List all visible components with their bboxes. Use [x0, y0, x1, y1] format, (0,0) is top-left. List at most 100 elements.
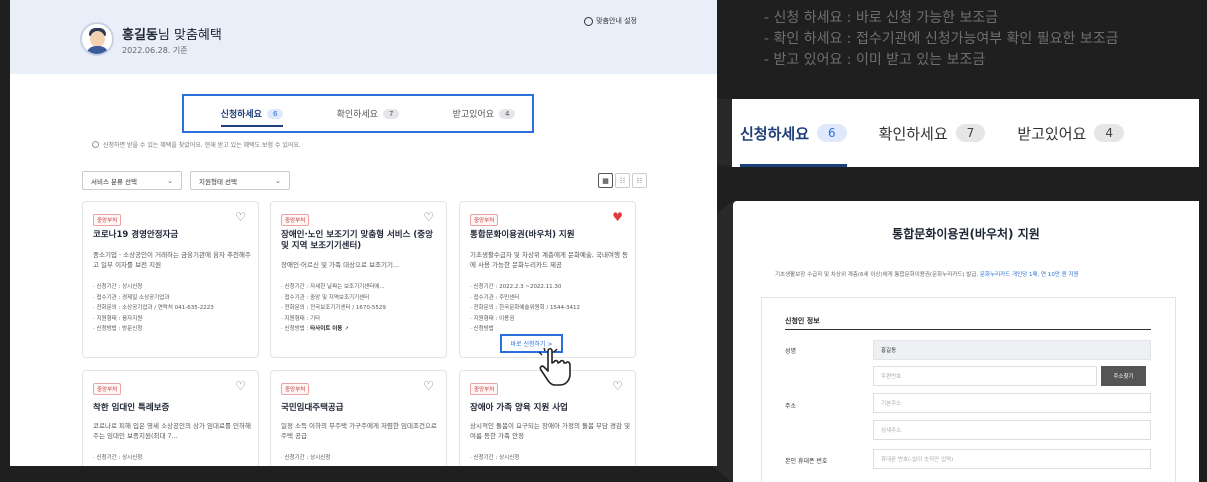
info-icon: [92, 141, 99, 148]
card-info-item: 신청방법: [470, 324, 580, 335]
benefit-card[interactable]: 중앙부처 ♡ 장애인·노인 보조기기 맞춤형 서비스 (중앙 및 지역 보조기기…: [270, 201, 447, 358]
heart-icon[interactable]: ♡: [612, 379, 623, 393]
category-badge: 중앙부처: [281, 214, 310, 226]
zip-code-field[interactable]: 우편번호: [873, 366, 1097, 386]
zoom-tab-apply[interactable]: 신청하세요 6: [740, 99, 847, 167]
card-info-item: 신청기간 : 상시신청: [93, 453, 143, 464]
notification-setting-button[interactable]: 맞춤안내 설정: [584, 16, 637, 26]
card-info-item: 신청기간 : 상시신청: [281, 453, 331, 464]
zoomed-tabs: 신청하세요 6 확인하세요 7 받고있어요 4: [732, 99, 1199, 167]
benefit-card[interactable]: 중앙부처 ♡ 착한 임대인 특례보증 코로나로 피해 입은 영세 소상공인의 상…: [82, 370, 259, 466]
support-type-select-value: 지원형태 선택: [199, 177, 237, 186]
card-description: 장애인·어르신 및 가족 대상으로 보조기기...: [281, 261, 400, 269]
zoom-tab-check[interactable]: 확인하세요 7: [879, 99, 986, 167]
reference-date: 2022.06.28. 기준: [122, 46, 188, 55]
setting-label: 맞춤안내 설정: [596, 17, 637, 25]
user-avatar: [80, 22, 114, 56]
notice-label: 신청하면 받을 수 있는 혜택을 찾았어요. 현재 받고 있는 혜택도 보험 수…: [103, 142, 301, 149]
view-toggle: ▦ ☷ ☷: [598, 173, 647, 188]
chevron-down-icon: ⌄: [167, 176, 173, 185]
hero-banner: 홍길동님 맞춤혜택 2022.06.28. 기준 맞춤안내 설정: [10, 0, 717, 74]
form-description-highlight: 문화누리카드 개인당 1매, 연 10만 원 지원: [979, 272, 1079, 278]
address-search-button[interactable]: 주소찾기: [1101, 366, 1146, 386]
card-title: 장애아 가족 양육 지원 사업: [470, 403, 568, 413]
page-title: 홍길동님 맞춤혜택: [122, 24, 222, 43]
external-site-link[interactable]: 타사이트 이동: [310, 326, 342, 332]
gear-icon: [584, 16, 594, 26]
card-description: 기초생활수급자 및 차상위 계층에게 문화예술, 국내여행 등에 사용 가능한 …: [470, 251, 628, 269]
card-info-item: 전화문의 : 소상공기업과 / 연락처 041-635-2223: [93, 303, 214, 314]
benefit-card[interactable]: 중앙부처 ♡ 국민임대주택공급 일정 소득 이하의 무주택 가구주에게 저렴한 …: [270, 370, 447, 466]
legend-line: - 신청 하세요 : 바로 신청 가능한 보조금: [764, 10, 999, 26]
category-badge: 중앙부처: [470, 383, 499, 395]
zoom-tab-receiving[interactable]: 받고있어요 4: [1017, 99, 1124, 167]
tab-label: 신청하세요: [740, 124, 810, 143]
tab-count: 7: [955, 124, 986, 142]
card-info-item: 신청방법 : 방문신청: [93, 324, 214, 335]
section-title: 신청인 정보: [785, 317, 820, 325]
category-badge: 중앙부처: [93, 383, 122, 395]
form-title: 통합문화이용권(바우처) 지원: [892, 227, 1040, 241]
category-select[interactable]: 서비스 분류 선택 ⌄: [82, 171, 182, 190]
card-info-item: 접수기관 : 주민센터: [470, 293, 580, 304]
card-info-list: 신청기간 : 상시신청: [470, 453, 520, 464]
card-info-item: 지원형태 : 이용권: [470, 314, 580, 325]
detail-address-field[interactable]: 상세주소: [873, 420, 1151, 440]
card-info-item: 신청방법 : 타사이트 이동 ↗: [281, 324, 386, 335]
heart-filled-icon[interactable]: ♥: [612, 210, 623, 224]
category-badge: 중앙부처: [281, 383, 310, 395]
heart-icon[interactable]: ♡: [423, 210, 434, 224]
phone-field[interactable]: 휴대폰 번호(-없이 숫자만 입력): [873, 449, 1151, 469]
name-label: 성명: [785, 348, 797, 355]
card-description: 상시적인 돌봄이 요구되는 장애아 가정의 돌봄 부담 경감 및 여름 등한 가…: [470, 422, 631, 440]
tab-count: 6: [817, 124, 847, 142]
name-field[interactable]: 홍길동: [873, 340, 1151, 360]
card-title: 장애인·노인 보조기기 맞춤형 서비스 (중앙 및 지역 보조기기센터): [281, 230, 433, 251]
heart-icon[interactable]: ♡: [235, 379, 246, 393]
card-info-item: 지원형태 : 융자지원: [93, 314, 214, 325]
card-info-item: 접수기관 : 경제일 소상공기업과: [93, 293, 214, 304]
card-info-item: 신청기간 : 상시신청: [470, 453, 520, 464]
category-badge: 중앙부처: [93, 214, 122, 226]
external-link-icon: ↗: [344, 326, 349, 332]
card-info-label: 신청방법 :: [284, 326, 309, 332]
card-info-item: 신청기간 : 자세한 날짜는 보조기기센터에...: [281, 282, 386, 293]
card-info-item: 전화문의 : 한국문화예술위원회 / 1544-3412: [470, 303, 580, 314]
card-info-list: 신청기간 : 상시신청: [281, 453, 331, 464]
category-select-value: 서비스 분류 선택: [91, 177, 137, 186]
address-label: 주소: [785, 403, 797, 410]
heart-icon[interactable]: ♡: [423, 379, 434, 393]
card-info-item: 지원형태 : 기타: [281, 314, 386, 325]
tab-count: 4: [1094, 124, 1124, 142]
category-badge: 중앙부처: [470, 214, 499, 226]
legend-line: - 확인 하세요 : 접수기관에 신청가능여부 확인 필요한 보조금: [764, 31, 1119, 47]
compact-view-icon[interactable]: ☷: [632, 173, 647, 188]
card-info-item: 신청기간 : 상시신청: [93, 282, 214, 293]
card-info-list: 신청기간 : 2022.2.3 ~2022.11.30 접수기관 : 주민센터 …: [470, 282, 580, 335]
card-description: 중소기업 · 소상공인이 거래하는 금융기관에 융자 추천해주고 일부 이자를 …: [93, 251, 251, 269]
card-info-list: 신청기간 : 상시신청: [93, 453, 143, 464]
list-view-icon[interactable]: ☷: [615, 173, 630, 188]
card-info-item: 전화문의 : 전국보조기기센터 / 1670-5529: [281, 303, 386, 314]
heart-icon[interactable]: ♡: [235, 210, 246, 224]
benefit-card[interactable]: 중앙부처 ♡ 코로나19 경영안정자금 중소기업 · 소상공인이 거래하는 금융…: [82, 201, 259, 358]
pointer-hand-icon: [538, 347, 571, 386]
tabs-highlight-box: [182, 94, 534, 133]
tab-label: 받고있어요: [1017, 124, 1087, 143]
benefits-page: 홍길동님 맞춤혜택 2022.06.28. 기준 맞춤안내 설정 신청하세요 6…: [10, 0, 717, 466]
card-info-list: 신청기간 : 자세한 날짜는 보조기기센터에... 접수기관 : 중앙 및 지역…: [281, 282, 386, 335]
form-description-text: 기초생활보장 수급자 및 차상위 계층(6세 이상)에게 통합문화이용권(문화누…: [775, 272, 980, 278]
notice-text: 신청하면 받을 수 있는 혜택을 찾았어요. 현재 받고 있는 혜택도 보험 수…: [92, 140, 301, 149]
card-description: 코로나로 피해 입은 영세 소상공인의 상가 임대료를 인하해주는 임대인 보증…: [93, 422, 251, 440]
section-divider: [785, 329, 1151, 330]
card-title: 착한 임대인 특례보증: [93, 403, 170, 413]
support-type-select[interactable]: 지원형태 선택 ⌄: [190, 171, 290, 190]
legend-line: - 받고 있어요 : 이미 받고 있는 보조금: [764, 52, 986, 68]
base-address-field[interactable]: 기본주소: [873, 393, 1151, 413]
user-name: 홍길동: [122, 28, 158, 43]
card-info-item: 접수기관 : 중앙 및 지역보조기기센터: [281, 293, 386, 304]
card-title: 통합문화이용권(바우처) 지원: [470, 230, 575, 240]
grid-view-icon[interactable]: ▦: [598, 173, 613, 188]
form-description: 기초생활보장 수급자 및 차상위 계층(6세 이상)에게 통합문화이용권(문화누…: [775, 270, 1079, 278]
title-suffix: 님 맞춤혜택: [157, 28, 222, 43]
